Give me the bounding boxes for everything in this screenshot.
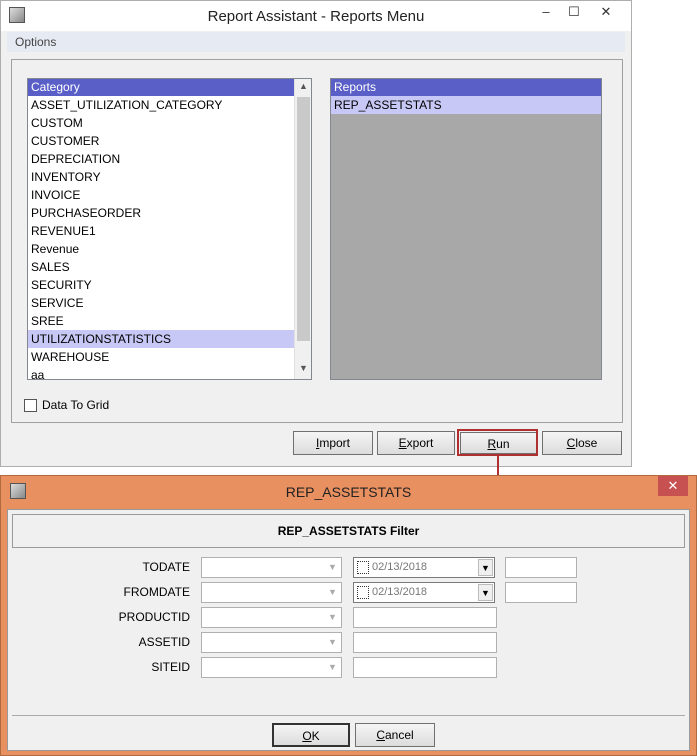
category-list[interactable]: Category ASSET_UTILIZATION_CATEGORY CUST… xyxy=(27,78,312,380)
scroll-up-icon[interactable]: ▲ xyxy=(295,81,311,91)
reports-list-header: Reports xyxy=(331,79,601,96)
fromdate-date-picker[interactable]: 02/13/2018 ▼ xyxy=(353,582,495,603)
todate-checkbox[interactable] xyxy=(357,561,369,574)
fromdate-extra-input[interactable] xyxy=(505,582,577,603)
category-item[interactable]: WAREHOUSE xyxy=(28,348,294,366)
cancel-label: ancel xyxy=(384,728,414,742)
todate-value: 02/13/2018 xyxy=(372,561,428,573)
category-item[interactable]: SREE xyxy=(28,312,294,330)
filter-header: REP_ASSETSTATS Filter xyxy=(12,514,685,548)
chevron-down-icon[interactable]: ▼ xyxy=(324,658,341,677)
calendar-dropdown-icon[interactable]: ▼ xyxy=(478,584,493,601)
filter-footer: OK Cancel xyxy=(12,715,685,750)
import-label: mport xyxy=(319,436,351,450)
data-to-grid-label: Data To Grid xyxy=(42,398,110,412)
title-bar: Report Assistant - Reports Menu – ☐ ✕ xyxy=(1,1,631,31)
chevron-down-icon[interactable]: ▼ xyxy=(324,583,341,602)
filter-window-title: REP_ASSETSTATS xyxy=(285,484,412,500)
minimize-button[interactable]: – xyxy=(531,1,561,23)
reports-list[interactable]: Reports REP_ASSETSTATS xyxy=(330,78,602,380)
category-item[interactable]: CUSTOMER xyxy=(28,132,294,150)
close-button[interactable]: ✕ xyxy=(591,1,621,23)
siteid-label: SITEID xyxy=(151,660,190,674)
export-label: xport xyxy=(406,436,434,450)
export-accel: E xyxy=(398,436,407,450)
scroll-down-icon[interactable]: ▼ xyxy=(295,363,311,373)
productid-label: PRODUCTID xyxy=(118,610,190,624)
reports-menu-window: Report Assistant - Reports Menu – ☐ ✕ Op… xyxy=(0,0,632,467)
category-item[interactable]: ASSET_UTILIZATION_CATEGORY xyxy=(28,96,294,114)
category-scrollbar[interactable]: ▲ ▼ xyxy=(294,79,311,379)
fromdate-checkbox[interactable] xyxy=(357,586,369,599)
category-item[interactable]: Revenue xyxy=(28,240,294,258)
assetid-input[interactable] xyxy=(353,632,497,653)
category-item[interactable]: SALES xyxy=(28,258,294,276)
category-item[interactable]: INVOICE xyxy=(28,186,294,204)
filter-close-button[interactable]: ✕ xyxy=(658,476,688,496)
category-item[interactable]: SECURITY xyxy=(28,276,294,294)
import-button[interactable]: Import xyxy=(293,431,373,455)
category-item[interactable]: INVENTORY xyxy=(28,168,294,186)
todate-operator-select[interactable]: ▼ xyxy=(201,557,342,578)
ok-label: K xyxy=(311,729,320,743)
close-report-button[interactable]: Close xyxy=(542,431,622,455)
category-item[interactable]: PURCHASEORDER xyxy=(28,204,294,222)
ok-accel: O xyxy=(302,729,312,743)
maximize-button[interactable]: ☐ xyxy=(559,1,589,23)
data-to-grid-checkbox[interactable] xyxy=(24,399,37,412)
run-highlight xyxy=(457,429,538,456)
assetid-label: ASSETID xyxy=(138,635,190,649)
fromdate-operator-select[interactable]: ▼ xyxy=(201,582,342,603)
category-item[interactable]: aa xyxy=(28,366,294,379)
calendar-dropdown-icon[interactable]: ▼ xyxy=(478,559,493,576)
chevron-down-icon[interactable]: ▼ xyxy=(324,608,341,627)
close-label: lose xyxy=(575,436,598,450)
filter-window: REP_ASSETSTATS ✕ REP_ASSETSTATS Filter T… xyxy=(0,475,697,756)
assetid-operator-select[interactable]: ▼ xyxy=(201,632,342,653)
category-item[interactable]: DEPRECIATION xyxy=(28,150,294,168)
siteid-input[interactable] xyxy=(353,657,497,678)
category-item[interactable]: SERVICE xyxy=(28,294,294,312)
filter-title-bar: REP_ASSETSTATS ✕ xyxy=(1,476,696,506)
productid-operator-select[interactable]: ▼ xyxy=(201,607,342,628)
siteid-operator-select[interactable]: ▼ xyxy=(201,657,342,678)
todate-extra-input[interactable] xyxy=(505,557,577,578)
report-selection-group: Category ASSET_UTILIZATION_CATEGORY CUST… xyxy=(11,59,623,423)
category-item[interactable]: CUSTOM xyxy=(28,114,294,132)
scroll-thumb[interactable] xyxy=(297,97,310,341)
cancel-accel: C xyxy=(376,728,385,742)
category-list-header: Category xyxy=(28,79,294,96)
menu-options[interactable]: Options xyxy=(15,35,56,49)
filter-panel: REP_ASSETSTATS Filter TODATE ▼ 02/13/201… xyxy=(7,509,690,751)
fromdate-value: 02/13/2018 xyxy=(372,586,428,598)
fromdate-label: FROMDATE xyxy=(123,585,190,599)
cancel-button[interactable]: Cancel xyxy=(355,723,435,747)
export-button[interactable]: Export xyxy=(377,431,455,455)
productid-input[interactable] xyxy=(353,607,497,628)
todate-label: TODATE xyxy=(142,560,190,574)
category-item[interactable]: REVENUE1 xyxy=(28,222,294,240)
ok-button[interactable]: OK xyxy=(272,723,350,747)
todate-date-picker[interactable]: 02/13/2018 ▼ xyxy=(353,557,495,578)
chevron-down-icon[interactable]: ▼ xyxy=(324,558,341,577)
report-item-selected[interactable]: REP_ASSETSTATS xyxy=(331,96,601,114)
menu-bar: Options xyxy=(7,32,625,52)
category-item-selected[interactable]: UTILIZATIONSTATISTICS xyxy=(28,330,294,348)
chevron-down-icon[interactable]: ▼ xyxy=(324,633,341,652)
